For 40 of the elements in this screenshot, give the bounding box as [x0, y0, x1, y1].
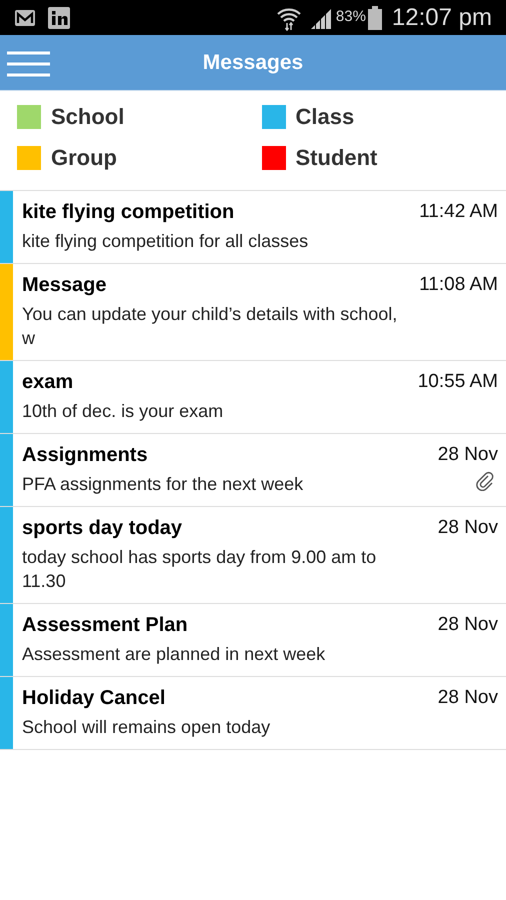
legend-label: Student: [296, 144, 378, 172]
legend-label: School: [51, 103, 124, 131]
signal-icon: [310, 6, 333, 28]
message-row[interactable]: sports day today today school has sports day from 9.00 am to 11.30 28 Nov: [0, 507, 506, 604]
message-title: Assessment Plan: [22, 613, 189, 637]
message-preview: 10th of dec. is your exam: [22, 400, 224, 423]
message-row[interactable]: kite flying competition kite flying competition for all classes 11:42 AM: [0, 191, 506, 264]
message-title: Holiday Cancel: [22, 686, 166, 710]
message-time: 28 Nov: [438, 443, 498, 467]
message-time: 11:08 AM: [419, 273, 498, 297]
message-time: 28 Nov: [438, 686, 498, 710]
clock: 12:07 pm: [392, 2, 492, 32]
message-row[interactable]: Assessment Plan Assessment are planned in next week 28 Nov: [0, 604, 506, 677]
message-preview: today school has sports day from 9.00 am to 11.30: [22, 546, 378, 593]
battery-icon: [368, 6, 382, 30]
message-time: 28 Nov: [438, 613, 498, 637]
message-time: 28 Nov: [438, 516, 498, 540]
message-title: kite flying competition: [22, 200, 236, 224]
message-title: Assignments: [22, 443, 149, 467]
message-row[interactable]: Assignments PFA assignments for the next week 28 Nov: [0, 434, 506, 507]
message-row[interactable]: exam 10th of dec. is your exam 10:55 AM: [0, 361, 506, 434]
battery-percent: 83%: [336, 7, 366, 28]
legend-label: Class: [296, 103, 354, 131]
message-preview: You can update your child’s details with school, w: [22, 303, 398, 350]
message-title: sports day today: [22, 516, 184, 540]
legend-label: Group: [51, 144, 117, 172]
message-preview: PFA assignments for the next week: [22, 473, 304, 496]
message-title: Message: [22, 273, 108, 297]
message-time: 11:42 AM: [419, 200, 498, 224]
app-icon: [48, 6, 70, 28]
message-title: exam: [22, 370, 74, 394]
message-time: 10:55 AM: [418, 370, 498, 394]
message-preview: School will remains open today: [22, 716, 272, 739]
message-row[interactable]: Message You can update your child’s details with school, w 11:08 AM: [0, 264, 506, 361]
message-preview: kite flying competition for all classes: [22, 230, 310, 253]
message-row[interactable]: Holiday Cancel School will remains open today 28 Nov: [0, 677, 506, 750]
menu-icon[interactable]: [7, 51, 50, 77]
screen-title: Messages: [202, 50, 304, 76]
message-preview: Assessment are planned in next week: [22, 643, 326, 666]
mail-icon: [14, 8, 36, 26]
